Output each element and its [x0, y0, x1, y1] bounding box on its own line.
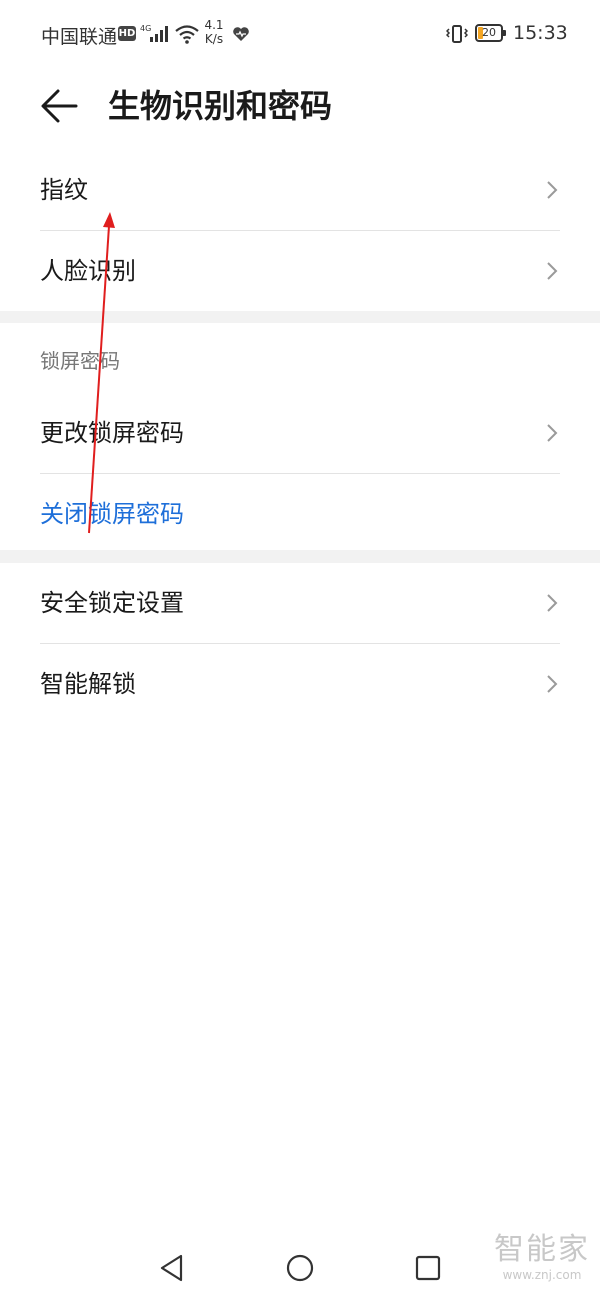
page-title: 生物识别和密码 — [108, 87, 333, 125]
nav-back-icon[interactable] — [159, 1254, 185, 1282]
chevron-right-icon — [547, 594, 558, 612]
watermark-url: www.znj.com — [502, 1268, 582, 1282]
network-type: 4G — [140, 24, 151, 33]
section-header: 锁屏密码 — [40, 323, 560, 393]
chevron-right-icon — [547, 424, 558, 442]
lock-screen-section-title: 锁屏密码 — [40, 349, 120, 373]
change-lock-password-item[interactable]: 更改锁屏密码 — [40, 393, 560, 473]
chevron-right-icon — [547, 675, 558, 693]
signal-icon: 4G — [140, 24, 168, 42]
smart-unlock-label: 智能解锁 — [40, 670, 136, 698]
disable-lock-password-button[interactable]: 关闭锁屏密码 — [40, 474, 560, 554]
section-gap — [0, 550, 600, 563]
change-lock-password-label: 更改锁屏密码 — [40, 419, 184, 447]
face-recognition-item[interactable]: 人脸识别 — [40, 231, 560, 311]
vibrate-icon — [446, 25, 468, 43]
smart-unlock-item[interactable]: 智能解锁 — [40, 644, 560, 724]
health-heart-icon — [233, 27, 249, 41]
nav-home-icon[interactable] — [286, 1254, 314, 1282]
battery-tip — [503, 30, 506, 36]
security-section: 安全锁定设置 智能解锁 — [0, 563, 600, 724]
speed-unit: K/s — [204, 32, 224, 46]
back-button[interactable] — [38, 84, 82, 128]
chevron-right-icon — [547, 181, 558, 199]
chevron-right-icon — [547, 262, 558, 280]
section-gap — [0, 311, 600, 323]
hd-badge: HD — [118, 26, 136, 41]
security-lock-settings-item[interactable]: 安全锁定设置 — [40, 563, 560, 643]
lock-screen-section: 锁屏密码 更改锁屏密码 关闭锁屏密码 — [0, 323, 600, 554]
battery-level: 20 — [482, 26, 496, 39]
carrier-name: 中国联通 — [41, 26, 118, 48]
fingerprint-label: 指纹 — [40, 176, 88, 204]
biometrics-section: 指纹 人脸识别 — [0, 150, 600, 311]
face-recognition-label: 人脸识别 — [40, 257, 136, 285]
network-speed: 4.1 K/s — [203, 18, 225, 46]
wifi-icon — [175, 25, 199, 44]
disable-lock-password-label: 关闭锁屏密码 — [40, 500, 184, 528]
security-lock-settings-label: 安全锁定设置 — [40, 589, 184, 617]
speed-value: 4.1 — [204, 18, 224, 32]
battery-icon: 20 — [475, 24, 506, 42]
watermark: 智能家 www.znj.com — [488, 1232, 596, 1282]
nav-recent-apps-icon[interactable] — [415, 1255, 441, 1281]
clock-time: 15:33 — [513, 22, 568, 44]
fingerprint-item[interactable]: 指纹 — [40, 150, 560, 230]
status-bar: 中国联通 HD 4G 4.1 K/s 20 15:33 — [0, 0, 600, 70]
watermark-brand: 智能家 — [494, 1232, 590, 1267]
back-arrow-icon — [41, 89, 78, 123]
app-header: 生物识别和密码 — [0, 70, 600, 150]
